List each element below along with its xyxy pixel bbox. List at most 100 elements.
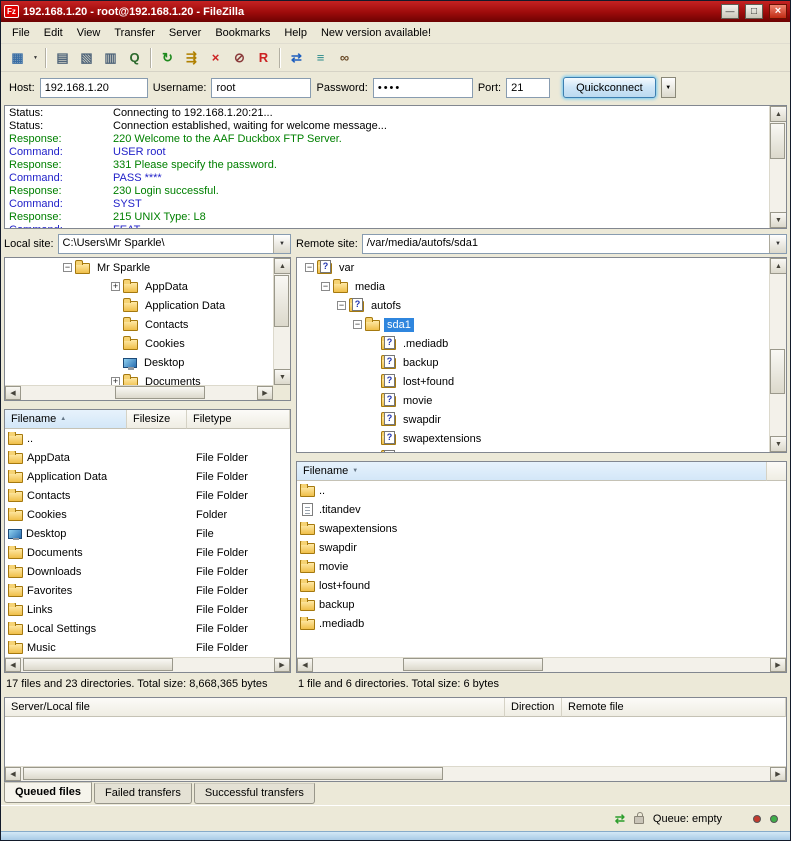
disconnect-button[interactable]: ⊘ xyxy=(228,47,251,69)
scroll-right-button[interactable] xyxy=(257,386,273,400)
tree-item-movie[interactable]: movie xyxy=(297,391,769,410)
tree-item-application-data[interactable]: Application Data xyxy=(5,296,273,315)
column-header-direction[interactable]: Direction xyxy=(505,698,562,717)
file-row[interactable]: swapdir xyxy=(297,538,786,557)
scroll-track[interactable] xyxy=(770,122,786,212)
close-button[interactable] xyxy=(769,4,787,19)
log-scrollbar[interactable] xyxy=(769,106,786,228)
file-row[interactable]: LinksFile Folder xyxy=(5,600,290,619)
tree-item-desktop[interactable]: Desktop xyxy=(5,353,273,372)
file-row[interactable]: MusicFile Folder xyxy=(5,638,290,657)
scroll-thumb[interactable] xyxy=(770,349,785,394)
tree-item-mr-sparkle[interactable]: −Mr Sparkle xyxy=(5,258,273,277)
synchronized-browsing-button[interactable]: ≡ xyxy=(309,47,332,69)
tree-item-media[interactable]: −media xyxy=(297,277,769,296)
combo-dropdown-icon[interactable] xyxy=(273,235,290,253)
scroll-left-button[interactable] xyxy=(5,658,21,672)
process-queue-button[interactable]: ⇶ xyxy=(180,47,203,69)
menu-item-view[interactable]: View xyxy=(70,24,108,42)
tab-successful-transfers[interactable]: Successful transfers xyxy=(194,783,315,804)
scroll-down-button[interactable] xyxy=(770,436,787,452)
column-header-filesize[interactable]: Filesize xyxy=(127,410,187,429)
scroll-track[interactable] xyxy=(313,658,770,672)
scroll-thumb[interactable] xyxy=(23,767,443,780)
scroll-up-button[interactable] xyxy=(274,258,291,274)
speed-limit-icon[interactable] xyxy=(615,812,625,826)
tree-expander-icon[interactable]: + xyxy=(111,377,120,385)
file-row[interactable]: Application DataFile Folder xyxy=(5,467,290,486)
tab-failed-transfers[interactable]: Failed transfers xyxy=(94,783,192,804)
scroll-track[interactable] xyxy=(770,274,786,436)
scroll-down-button[interactable] xyxy=(274,369,291,385)
toggle-message-log-button[interactable]: ▤ xyxy=(51,47,74,69)
combo-dropdown-icon[interactable] xyxy=(769,235,786,253)
quickconnect-button[interactable]: Quickconnect xyxy=(563,77,656,98)
remote-tree-vscrollbar[interactable] xyxy=(769,258,786,452)
file-row[interactable]: Local SettingsFile Folder xyxy=(5,619,290,638)
tree-expander-icon[interactable]: − xyxy=(337,301,346,310)
file-row[interactable]: ContactsFile Folder xyxy=(5,486,290,505)
maximize-button[interactable] xyxy=(745,4,763,19)
tree-expander-icon[interactable]: + xyxy=(111,282,120,291)
quickconnect-dropdown-button[interactable] xyxy=(661,77,676,98)
scroll-up-button[interactable] xyxy=(770,106,787,122)
menu-item-file[interactable]: File xyxy=(5,24,37,42)
site-manager-button[interactable]: ▦ xyxy=(6,47,29,69)
menu-item-server[interactable]: Server xyxy=(162,24,208,42)
column-header-server-local-file[interactable]: Server/Local file xyxy=(5,698,505,717)
menu-item-transfer[interactable]: Transfer xyxy=(107,24,162,42)
scroll-down-button[interactable] xyxy=(770,212,787,228)
tree-item-mediadb[interactable]: .mediadb xyxy=(297,334,769,353)
tree-item-autofs[interactable]: −autofs xyxy=(297,296,769,315)
local-tree-vscrollbar[interactable] xyxy=(273,258,290,385)
file-row[interactable]: swapextensions xyxy=(297,519,786,538)
toggle-queue-button[interactable]: Q xyxy=(123,47,146,69)
tree-item-var[interactable]: −var xyxy=(297,258,769,277)
reconnect-button[interactable]: R xyxy=(252,47,275,69)
toggle-local-tree-button[interactable]: ▧ xyxy=(75,47,98,69)
cancel-button[interactable]: × xyxy=(204,47,227,69)
menu-item-bookmarks[interactable]: Bookmarks xyxy=(208,24,277,42)
file-row[interactable]: DownloadsFile Folder xyxy=(5,562,290,581)
tree-item-documents[interactable]: +Documents xyxy=(5,372,273,385)
tree-item-appdata[interactable]: +AppData xyxy=(5,277,273,296)
tree-item-swapextensions[interactable]: swapextensions xyxy=(297,429,769,448)
find-files-button[interactable]: ∞ xyxy=(333,47,356,69)
file-row[interactable]: CookiesFolder xyxy=(5,505,290,524)
password-input[interactable] xyxy=(373,78,473,98)
scroll-right-button[interactable] xyxy=(770,767,786,781)
tree-item-contacts[interactable]: Contacts xyxy=(5,315,273,334)
tree-item-dvd[interactable]: dvd xyxy=(297,448,769,452)
file-row[interactable]: backup xyxy=(297,595,786,614)
file-row[interactable]: DocumentsFile Folder xyxy=(5,543,290,562)
toggle-remote-tree-button[interactable]: ▥ xyxy=(99,47,122,69)
scroll-up-button[interactable] xyxy=(770,258,787,274)
tree-item-sda1[interactable]: −sda1 xyxy=(297,315,769,334)
title-bar[interactable]: Fz 192.168.1.20 - root@192.168.1.20 - Fi… xyxy=(1,1,790,22)
scroll-thumb[interactable] xyxy=(115,386,205,399)
tree-item-swapdir[interactable]: swapdir xyxy=(297,410,769,429)
scroll-track[interactable] xyxy=(274,274,290,369)
file-row[interactable]: FavoritesFile Folder xyxy=(5,581,290,600)
tree-expander-icon[interactable]: − xyxy=(63,263,72,272)
file-row[interactable]: .mediadb xyxy=(297,614,786,633)
menu-item-new-version-available[interactable]: New version available! xyxy=(314,24,438,42)
scroll-thumb[interactable] xyxy=(23,658,173,671)
file-row[interactable]: movie xyxy=(297,557,786,576)
scroll-right-button[interactable] xyxy=(274,658,290,672)
remote-site-combo[interactable]: /var/media/autofs/sda1 xyxy=(362,234,787,254)
file-row[interactable]: .titandev xyxy=(297,500,786,519)
scroll-track[interactable] xyxy=(21,767,770,781)
file-row[interactable]: AppDataFile Folder xyxy=(5,448,290,467)
column-header-filename[interactable]: Filename▼ xyxy=(297,462,767,481)
tree-expander-icon[interactable]: − xyxy=(321,282,330,291)
local-splitter[interactable] xyxy=(4,401,291,409)
scroll-thumb[interactable] xyxy=(770,123,785,159)
port-input[interactable] xyxy=(506,78,550,98)
file-row[interactable]: .. xyxy=(5,429,290,448)
minimize-button[interactable] xyxy=(721,4,739,19)
site-manager-dropdown-button[interactable]: ▼ xyxy=(30,47,41,69)
scroll-right-button[interactable] xyxy=(770,658,786,672)
refresh-button[interactable]: ↻ xyxy=(156,47,179,69)
host-input[interactable] xyxy=(40,78,148,98)
